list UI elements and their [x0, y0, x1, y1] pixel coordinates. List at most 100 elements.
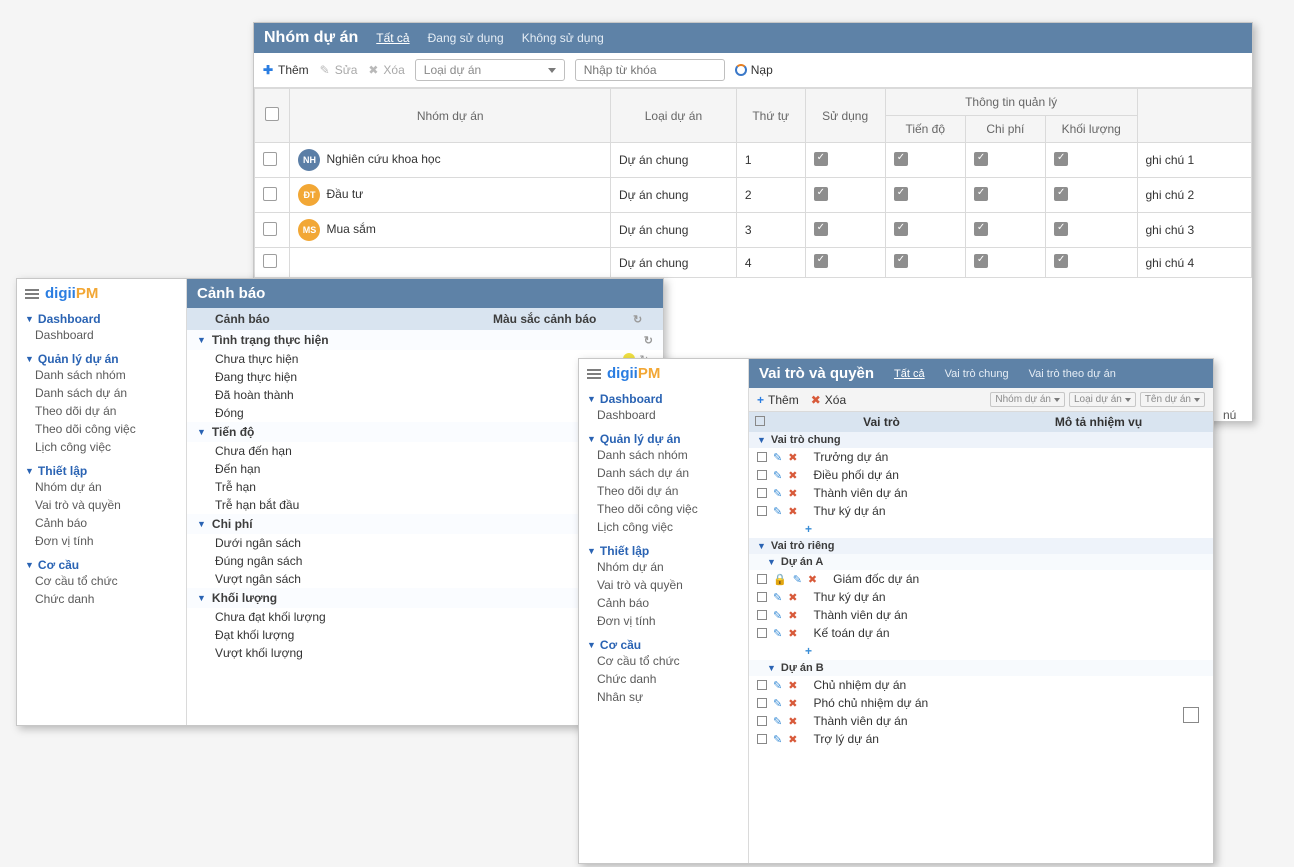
nav-item[interactable]: Chức danh	[25, 590, 178, 608]
row-checkbox[interactable]	[757, 734, 767, 744]
nav-item[interactable]: Dashboard	[587, 406, 740, 424]
row-checkbox[interactable]	[757, 452, 767, 462]
project-type-select[interactable]: Loại dự án	[415, 59, 565, 81]
reload-icon[interactable]	[633, 312, 653, 326]
edit-icon[interactable]: ✎	[773, 697, 782, 710]
edit-icon[interactable]: ✎	[773, 591, 782, 604]
filter-select[interactable]: Nhóm dự án	[990, 392, 1065, 407]
delete-icon[interactable]: ✖	[788, 715, 797, 728]
row-checkbox[interactable]	[757, 698, 767, 708]
nav-item[interactable]: Cơ cầu tổ chức	[25, 572, 178, 590]
filter-select[interactable]: Loại dự án	[1069, 392, 1136, 407]
nav-section-head[interactable]: ▼Cơ cầu	[587, 638, 740, 652]
nav-item[interactable]: Danh sách dự án	[25, 384, 178, 402]
row-checkbox[interactable]	[757, 610, 767, 620]
delete-icon[interactable]: ✖	[788, 697, 797, 710]
menu-icon[interactable]	[25, 287, 39, 301]
nav-item[interactable]: Chức danh	[587, 670, 740, 688]
row-checkbox[interactable]	[263, 254, 277, 268]
delete-icon[interactable]: ✖	[788, 469, 797, 482]
nav-item[interactable]: Lịch công việc	[587, 518, 740, 536]
use-checkbox[interactable]	[814, 187, 828, 201]
nav-item[interactable]: Nhóm dự án	[25, 478, 178, 496]
roles-add-button[interactable]: + Thêm	[757, 393, 799, 407]
nav-item[interactable]: Vai trò và quyền	[587, 576, 740, 594]
delete-button[interactable]: ✖Xóa	[367, 63, 404, 77]
progress-checkbox[interactable]	[894, 152, 908, 166]
row-checkbox[interactable]	[757, 716, 767, 726]
edit-icon[interactable]: ✎	[773, 715, 782, 728]
roles-delete-button[interactable]: ✖ Xóa	[811, 393, 846, 407]
edit-icon[interactable]: ✎	[773, 505, 782, 518]
filter-select[interactable]: Tên dự án	[1140, 392, 1205, 407]
role-group[interactable]: ▼Vai trò chung	[749, 432, 1213, 448]
delete-icon[interactable]: ✖	[788, 487, 797, 500]
delete-icon[interactable]: ✖	[788, 627, 797, 640]
cost-checkbox[interactable]	[974, 254, 988, 268]
roles-tab-common[interactable]: Vai trò chung	[945, 368, 1009, 380]
edit-icon[interactable]: ✎	[773, 679, 782, 692]
nav-section-head[interactable]: ▼Thiết lập	[587, 544, 740, 558]
row-checkbox[interactable]	[757, 592, 767, 602]
nav-item[interactable]: Theo dõi dự án	[587, 482, 740, 500]
progress-checkbox[interactable]	[894, 187, 908, 201]
tab-in-use[interactable]: Đang sử dụng	[428, 31, 504, 45]
nav-section-head[interactable]: ▼Dashboard	[25, 312, 178, 326]
delete-icon[interactable]: ✖	[788, 451, 797, 464]
nav-item[interactable]: Theo dõi công việc	[587, 500, 740, 518]
nav-section-head[interactable]: ▼Thiết lập	[25, 464, 178, 478]
progress-checkbox[interactable]	[894, 254, 908, 268]
delete-icon[interactable]: ✖	[788, 505, 797, 518]
volume-checkbox[interactable]	[1054, 222, 1068, 236]
nav-item[interactable]: Cảnh báo	[25, 514, 178, 532]
row-checkbox[interactable]	[757, 506, 767, 516]
row-checkbox[interactable]	[263, 222, 277, 236]
nav-item[interactable]: Theo dõi dự án	[25, 402, 178, 420]
use-checkbox[interactable]	[814, 254, 828, 268]
edit-icon[interactable]: ✎	[773, 609, 782, 622]
volume-checkbox[interactable]	[1054, 187, 1068, 201]
volume-checkbox[interactable]	[1054, 152, 1068, 166]
row-checkbox[interactable]	[757, 488, 767, 498]
reload-icon[interactable]	[644, 333, 653, 347]
nav-item[interactable]: Lịch công việc	[25, 438, 178, 456]
row-checkbox[interactable]	[263, 187, 277, 201]
nav-item[interactable]: Nhóm dự án	[587, 558, 740, 576]
add-button[interactable]: ✚Thêm	[262, 63, 309, 77]
roles-tab-all[interactable]: Tất cả	[894, 368, 925, 380]
edit-icon[interactable]: ✎	[773, 451, 782, 464]
edit-icon[interactable]: ✎	[773, 627, 782, 640]
search-input[interactable]	[575, 59, 725, 81]
tab-not-used[interactable]: Không sử dụng	[522, 31, 604, 45]
nav-section-head[interactable]: ▼Quản lý dự án	[587, 432, 740, 446]
row-checkbox[interactable]	[757, 470, 767, 480]
edit-icon[interactable]: ✎	[793, 573, 802, 586]
empty-checkbox[interactable]	[1183, 707, 1199, 723]
cost-checkbox[interactable]	[974, 187, 988, 201]
delete-icon[interactable]: ✖	[788, 591, 797, 604]
nav-item[interactable]: Danh sách nhóm	[25, 366, 178, 384]
progress-checkbox[interactable]	[894, 222, 908, 236]
role-group[interactable]: ▼Dự án A	[749, 554, 1213, 570]
roles-tab-by-project[interactable]: Vai trò theo dự án	[1029, 368, 1116, 380]
delete-icon[interactable]: ✖	[808, 573, 817, 586]
nav-item[interactable]: Danh sách dự án	[587, 464, 740, 482]
row-checkbox[interactable]	[757, 628, 767, 638]
nav-item[interactable]: Đơn vị tính	[587, 612, 740, 630]
use-checkbox[interactable]	[814, 152, 828, 166]
use-checkbox[interactable]	[814, 222, 828, 236]
cost-checkbox[interactable]	[974, 222, 988, 236]
role-group[interactable]: ▼Vai trò riêng	[749, 538, 1213, 554]
reload-button[interactable]: Nạp	[735, 63, 773, 77]
select-all-checkbox[interactable]	[755, 416, 765, 426]
nav-item[interactable]: Nhân sự	[587, 688, 740, 706]
nav-item[interactable]: Cảnh báo	[587, 594, 740, 612]
warning-group[interactable]: ▼Tình trạng thực hiện	[187, 330, 663, 350]
delete-icon[interactable]: ✖	[788, 679, 797, 692]
edit-button[interactable]: ✎Sửa	[319, 63, 358, 77]
select-all-checkbox[interactable]	[265, 107, 279, 121]
row-checkbox[interactable]	[263, 152, 277, 166]
edit-icon[interactable]: ✎	[773, 487, 782, 500]
edit-icon[interactable]: ✎	[773, 469, 782, 482]
nav-section-head[interactable]: ▼Quản lý dự án	[25, 352, 178, 366]
